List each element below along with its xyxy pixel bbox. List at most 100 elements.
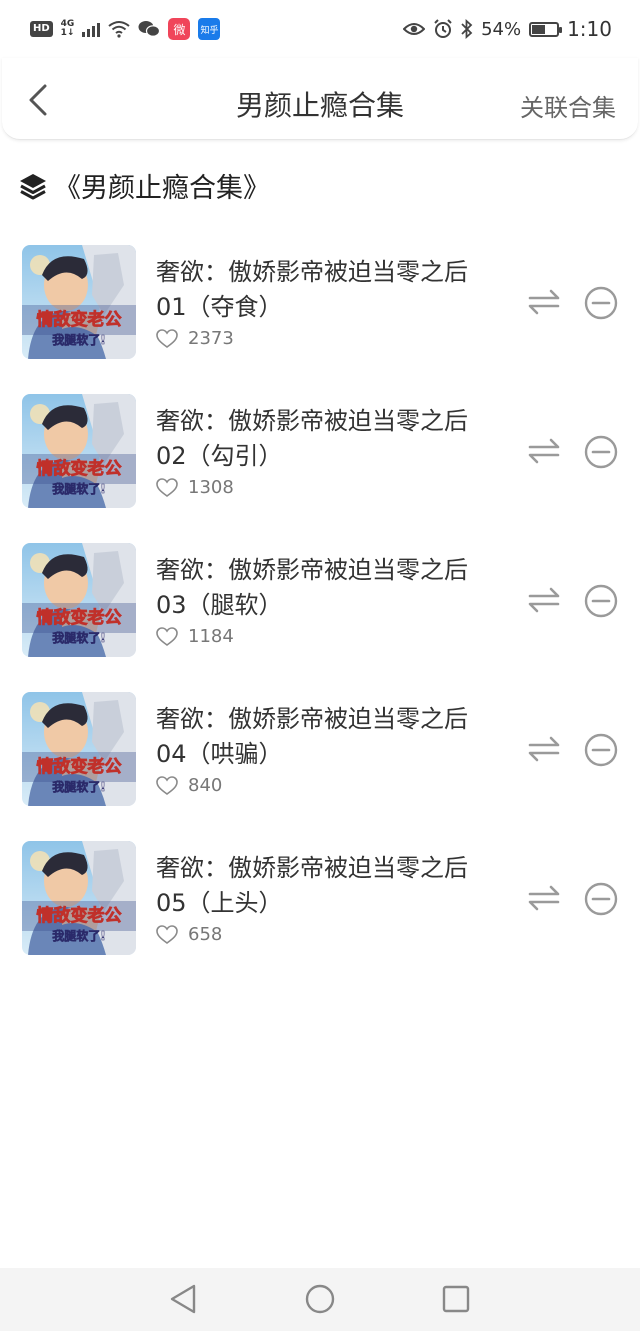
- list-item-3[interactable]: 情敌变老公 我腿软了! 奢欲：傲娇影帝被迫当零之后 03（腿软） 1184: [0, 538, 640, 687]
- swap-icon: [528, 438, 560, 464]
- cover-title-text: 情敌变老公: [37, 905, 122, 926]
- clock: 1:10: [567, 17, 612, 41]
- minus-circle-icon: [584, 733, 618, 767]
- battery-percent: 54%: [481, 18, 522, 40]
- collection-heading: 《男颜止瘾合集》: [18, 166, 270, 205]
- reorder-button[interactable]: [526, 881, 562, 915]
- weibo-icon: 微: [168, 18, 191, 40]
- like-count: 2373: [188, 328, 234, 349]
- bluetooth-icon: [461, 19, 473, 39]
- network-activity-label: 1↓: [60, 28, 75, 38]
- heart-icon[interactable]: [156, 328, 178, 349]
- minus-circle-icon: [584, 584, 618, 618]
- episode-title-line2: 04（哄骗）: [156, 740, 283, 768]
- episode-title: 奢欲：傲娇影帝被迫当零之后 02（勾引）: [156, 404, 506, 474]
- cover-title-text: 情敌变老公: [37, 607, 122, 628]
- cover-subtitle-text: 我腿软了!: [52, 928, 105, 943]
- battery-icon: [529, 21, 563, 37]
- remove-button[interactable]: [583, 583, 619, 619]
- heart-icon[interactable]: [156, 775, 178, 796]
- like-count: 840: [188, 775, 223, 796]
- episode-title-line1: 奢欲：傲娇影帝被迫当零之后: [156, 854, 468, 882]
- episode-title-line1: 奢欲：傲娇影帝被迫当零之后: [156, 258, 468, 286]
- cover-subtitle-text: 我腿软了!: [52, 630, 105, 645]
- status-bar: HD 4G 1↓ 微 知乎 54% 1:10: [0, 0, 640, 58]
- remove-button[interactable]: [583, 881, 619, 917]
- related-collection-button[interactable]: 关联合集: [520, 88, 616, 123]
- zhihu-icon: 知乎: [198, 18, 221, 40]
- nav-recents-button[interactable]: [439, 1282, 473, 1316]
- minus-circle-icon: [584, 286, 618, 320]
- episode-title: 奢欲：傲娇影帝被迫当零之后 04（哄骗）: [156, 702, 506, 772]
- heart-icon[interactable]: [156, 924, 178, 945]
- alarm-icon: [434, 19, 452, 38]
- swap-icon: [528, 736, 560, 762]
- reorder-button[interactable]: [526, 434, 562, 468]
- episode-title: 奢欲：傲娇影帝被迫当零之后 03（腿软）: [156, 553, 506, 623]
- status-right: 54% 1:10: [403, 17, 612, 41]
- wechat-icon: [138, 21, 161, 37]
- battery-fill: [532, 24, 546, 34]
- episode-title-line2: 02（勾引）: [156, 442, 283, 470]
- episode-title-line1: 奢欲：傲娇影帝被迫当零之后: [156, 407, 468, 435]
- remove-button[interactable]: [583, 434, 619, 470]
- swap-icon: [528, 885, 560, 911]
- wifi-icon: [108, 21, 131, 38]
- collection-title: 《男颜止瘾合集》: [54, 173, 270, 204]
- reorder-button[interactable]: [526, 583, 562, 617]
- cover-subtitle-text: 我腿软了!: [52, 481, 105, 496]
- episode-title-line2: 05（上头）: [156, 889, 283, 917]
- minus-circle-icon: [584, 882, 618, 916]
- minus-circle-icon: [584, 435, 618, 469]
- signal-icon: [82, 21, 101, 37]
- episode-list: 情敌变老公 我腿软了! 奢欲：傲娇影帝被迫当零之后 01（夺食） 2373 情敌…: [0, 240, 640, 985]
- heart-icon[interactable]: [156, 477, 178, 498]
- swap-icon: [528, 289, 560, 315]
- like-count: 1184: [188, 626, 234, 647]
- system-nav-bar: [0, 1268, 640, 1331]
- like-count: 658: [188, 924, 223, 945]
- cover-title-text: 情敌变老公: [37, 756, 122, 777]
- list-item-5[interactable]: 情敌变老公 我腿软了! 奢欲：傲娇影帝被迫当零之后 05（上头） 658: [0, 836, 640, 985]
- likes: 1184: [156, 626, 234, 647]
- nav-home-button[interactable]: [303, 1282, 337, 1316]
- episode-title-line2: 01（夺食）: [156, 293, 283, 321]
- reorder-button[interactable]: [526, 285, 562, 319]
- list-item-2[interactable]: 情敌变老公 我腿软了! 奢欲：傲娇影帝被迫当零之后 02（勾引） 1308: [0, 389, 640, 538]
- cover-title-text: 情敌变老公: [37, 458, 122, 479]
- cover-subtitle-text: 我腿软了!: [52, 779, 105, 794]
- nav-back-button[interactable]: [166, 1282, 200, 1316]
- cover-subtitle-text: 我腿软了!: [52, 332, 105, 347]
- circle-home-icon: [305, 1284, 335, 1314]
- episode-title: 奢欲：傲娇影帝被迫当零之后 05（上头）: [156, 851, 506, 921]
- episode-cover: 情敌变老公 我腿软了!: [22, 692, 136, 806]
- episode-cover: 情敌变老公 我腿软了!: [22, 245, 136, 359]
- episode-cover: 情敌变老公 我腿软了!: [22, 394, 136, 508]
- likes: 658: [156, 924, 222, 945]
- list-item-1[interactable]: 情敌变老公 我腿软了! 奢欲：傲娇影帝被迫当零之后 01（夺食） 2373: [0, 240, 640, 389]
- like-count: 1308: [188, 477, 234, 498]
- header-bar: 男颜止瘾合集 关联合集: [2, 58, 638, 140]
- episode-title-line2: 03（腿软）: [156, 591, 283, 619]
- episode-cover: 情敌变老公 我腿软了!: [22, 543, 136, 657]
- episode-title-line1: 奢欲：傲娇影帝被迫当零之后: [156, 556, 468, 584]
- swap-icon: [528, 587, 560, 613]
- network-type-icon: 4G 1↓: [61, 20, 75, 38]
- likes: 840: [156, 775, 222, 796]
- episode-title-line1: 奢欲：傲娇影帝被迫当零之后: [156, 705, 468, 733]
- remove-button[interactable]: [583, 732, 619, 768]
- square-recents-icon: [442, 1285, 470, 1313]
- list-item-4[interactable]: 情敌变老公 我腿软了! 奢欲：傲娇影帝被迫当零之后 04（哄骗） 840: [0, 687, 640, 836]
- status-left: HD 4G 1↓ 微 知乎: [30, 18, 221, 40]
- likes: 2373: [156, 328, 234, 349]
- cover-title-text: 情敌变老公: [37, 309, 122, 330]
- remove-button[interactable]: [583, 285, 619, 321]
- episode-cover: 情敌变老公 我腿软了!: [22, 841, 136, 955]
- eye-comfort-icon: [403, 23, 426, 35]
- likes: 1308: [156, 477, 234, 498]
- hd-icon: HD: [30, 21, 53, 37]
- heart-icon[interactable]: [156, 626, 178, 647]
- reorder-button[interactable]: [526, 732, 562, 766]
- episode-title: 奢欲：傲娇影帝被迫当零之后 01（夺食）: [156, 255, 506, 325]
- layers-icon: [20, 173, 46, 199]
